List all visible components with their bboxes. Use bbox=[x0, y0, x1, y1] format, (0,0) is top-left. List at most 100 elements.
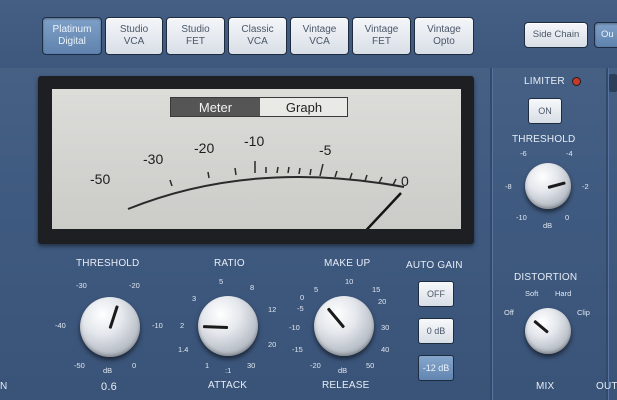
threshold-knob[interactable] bbox=[80, 297, 140, 357]
makeup-tick: 30 bbox=[381, 323, 390, 332]
distortion-tick: Soft bbox=[525, 289, 539, 298]
section-divider bbox=[490, 68, 492, 400]
knob-pointer bbox=[108, 305, 119, 329]
output-tab-button[interactable]: Ou bbox=[594, 22, 617, 48]
meter-needle bbox=[365, 192, 402, 229]
auto-gain-0db-button[interactable]: 0 dB bbox=[418, 318, 454, 344]
makeup-tick: 15 bbox=[372, 285, 381, 294]
makeup-tick: 10 bbox=[345, 277, 354, 286]
ratio-tick: 12 bbox=[268, 305, 277, 314]
circuit-line1: Studio bbox=[181, 24, 210, 35]
distortion-tick: Clip bbox=[577, 308, 590, 317]
auto-gain-off-button[interactable]: OFF bbox=[418, 281, 454, 307]
limiter-on-button[interactable]: ON bbox=[528, 98, 562, 124]
auto-gain-label: AUTO GAIN bbox=[406, 260, 463, 271]
knob-pointer bbox=[202, 325, 229, 329]
auto-gain-option-label: OFF bbox=[427, 289, 445, 299]
meter-scale-label: -50 bbox=[90, 171, 111, 187]
ratio-tick: 1.4 bbox=[178, 345, 189, 354]
output-tab-label: Ou bbox=[601, 29, 614, 40]
circuit-vintage-opto-button[interactable]: Vintage Opto bbox=[414, 17, 474, 55]
ratio-tick: 1 bbox=[205, 361, 210, 370]
makeup-tick: 20 bbox=[378, 297, 387, 306]
ratio-tick: 30 bbox=[247, 361, 256, 370]
circuit-line1: Vintage bbox=[427, 24, 461, 35]
circuit-line2: Opto bbox=[433, 36, 455, 47]
limiter-tick: -10 bbox=[516, 213, 527, 222]
makeup-tick: 50 bbox=[366, 361, 375, 370]
limiter-led-icon bbox=[573, 78, 580, 85]
threshold-tick: -40 bbox=[55, 321, 66, 330]
limiter-tick: -6 bbox=[520, 149, 527, 158]
circuit-studio-fet-button[interactable]: Studio FET bbox=[166, 17, 225, 55]
ratio-tick: :1 bbox=[225, 366, 232, 375]
makeup-tick: -5 bbox=[297, 304, 304, 313]
limiter-threshold-knob[interactable] bbox=[525, 163, 571, 209]
threshold-tick: -10 bbox=[152, 321, 163, 330]
auto-gain-option-label: -12 dB bbox=[422, 363, 450, 373]
attack-label: ATTACK bbox=[208, 380, 248, 391]
circuit-line2: VCA bbox=[309, 36, 330, 47]
limiter-tick: 0 bbox=[565, 213, 570, 222]
circuit-line2: FET bbox=[186, 36, 205, 47]
ratio-tick: 2 bbox=[180, 321, 185, 330]
circuit-line1: Vintage bbox=[302, 24, 337, 35]
input-label: IN bbox=[0, 381, 8, 392]
auto-gain-option-label: 0 dB bbox=[426, 326, 446, 336]
makeup-unit: dB bbox=[338, 366, 348, 375]
meter-ticks bbox=[169, 161, 397, 187]
makeup-label: MAKE UP bbox=[324, 258, 371, 269]
limiter-label: LIMITER bbox=[524, 76, 565, 87]
circuit-vintage-fet-button[interactable]: Vintage FET bbox=[352, 17, 411, 55]
threshold-tick: 0 bbox=[132, 361, 137, 370]
circuit-classic-vca-button[interactable]: Classic VCA bbox=[228, 17, 287, 55]
meter-scale-label: -30 bbox=[143, 151, 164, 167]
vu-meter bbox=[127, 161, 405, 229]
output-label: OUT bbox=[596, 381, 617, 392]
circuit-studio-vca-button[interactable]: Studio VCA bbox=[105, 17, 163, 55]
right-edge-divider bbox=[606, 68, 608, 400]
circuit-line2: VCA bbox=[247, 36, 268, 47]
circuit-vintage-vca-button[interactable]: Vintage VCA bbox=[290, 17, 349, 55]
release-label: RELEASE bbox=[322, 380, 370, 391]
distortion-label: DISTORTION bbox=[514, 272, 578, 283]
auto-gain-minus12db-button[interactable]: -12 dB bbox=[418, 355, 454, 381]
circuit-line1: Vintage bbox=[364, 24, 399, 35]
limiter-tick: -8 bbox=[505, 182, 512, 191]
ratio-knob[interactable] bbox=[198, 296, 258, 356]
ratio-tick: 20 bbox=[268, 340, 277, 349]
limiter-unit: dB bbox=[543, 221, 553, 230]
distortion-tick: Hard bbox=[555, 289, 572, 298]
threshold-tick: -20 bbox=[129, 281, 140, 290]
mix-label: MIX bbox=[536, 381, 555, 392]
ratio-tick: 8 bbox=[250, 283, 255, 292]
makeup-tick: 40 bbox=[381, 345, 390, 354]
meter-scale-arc bbox=[127, 175, 405, 210]
makeup-tick: -15 bbox=[292, 345, 303, 354]
circuit-platinum-digital-button[interactable]: Platinum Digital bbox=[42, 17, 102, 55]
threshold-value: 0.6 bbox=[101, 381, 117, 393]
limiter-on-label: ON bbox=[538, 106, 552, 116]
knob-pointer bbox=[533, 319, 549, 334]
threshold-unit: dB bbox=[103, 366, 113, 375]
distortion-knob[interactable] bbox=[525, 308, 571, 354]
meter-scale-label: 0 bbox=[401, 173, 409, 189]
threshold-tick: -50 bbox=[74, 361, 85, 370]
distortion-tick: Off bbox=[504, 308, 514, 317]
compressor-plugin: { "circuit_types": [ {"line1": "Platinum… bbox=[0, 0, 617, 400]
circuit-line2: Digital bbox=[58, 36, 86, 47]
limiter-threshold-label: THRESHOLD bbox=[512, 134, 576, 145]
limiter-tick: -2 bbox=[582, 182, 589, 191]
limiter-tick: -4 bbox=[566, 149, 573, 158]
ratio-tick: 5 bbox=[219, 277, 224, 286]
circuit-line2: FET bbox=[372, 36, 391, 47]
makeup-tick: 5 bbox=[314, 285, 319, 294]
meter-scale-label: -10 bbox=[244, 133, 265, 149]
circuit-line1: Platinum bbox=[52, 24, 92, 35]
meter-scale-label: -20 bbox=[194, 140, 215, 156]
side-chain-button[interactable]: Side Chain bbox=[524, 22, 588, 48]
threshold-tick: -30 bbox=[76, 281, 87, 290]
ratio-tick: 3 bbox=[192, 294, 197, 303]
makeup-knob[interactable] bbox=[314, 296, 374, 356]
makeup-tick: -10 bbox=[289, 323, 300, 332]
